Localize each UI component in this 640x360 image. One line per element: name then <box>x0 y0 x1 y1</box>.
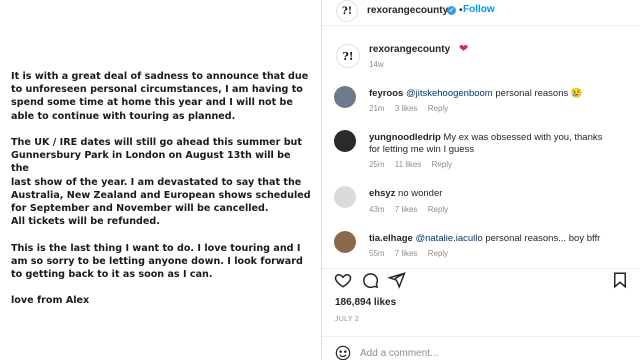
add-comment-bar <box>322 336 640 360</box>
post-date: JULY 2 <box>335 316 360 323</box>
commenter-username[interactable]: ehsyz <box>369 188 395 199</box>
comment-content: personal reasons... boy bffr <box>482 233 601 244</box>
comment-likes[interactable]: 3 likes <box>395 104 418 113</box>
separator-dot: • <box>459 5 463 16</box>
reply-button[interactable]: Reply <box>432 160 452 169</box>
reply-button[interactable]: Reply <box>428 104 448 113</box>
comment-meta: 43m 7 likes Reply <box>369 205 456 214</box>
likes-count[interactable]: 186,894 likes <box>335 297 396 308</box>
commenter-username[interactable]: feyroos <box>369 88 403 99</box>
comment-mention[interactable]: @natalie.iacullo <box>415 233 482 244</box>
post-header: ?! rexorangecounty ✓ • Follow <box>322 0 640 26</box>
comment-item: ehsyz no wonder 43m 7 likes Reply <box>322 186 640 222</box>
smiley-icon[interactable] <box>335 345 351 360</box>
comment-content: personal reasons 😢 <box>492 88 583 99</box>
commenter-avatar[interactable] <box>334 86 356 108</box>
comment-likes[interactable]: 7 likes <box>395 249 418 258</box>
post-statement: It is with a great deal of sadness to an… <box>11 70 311 321</box>
comment-mention[interactable]: @jitskehoogenboom <box>406 88 493 99</box>
statement-paragraph-2: The UK / IRE dates will still go ahead t… <box>11 137 311 228</box>
comment-likes[interactable]: 7 likes <box>395 205 418 214</box>
statement-paragraph-3: This is the last thing I want to do. I l… <box>11 242 303 281</box>
comment-text: feyroos @jitskehoogenboom personal reaso… <box>369 88 614 100</box>
post-actions-bar <box>322 268 640 292</box>
comment-icon[interactable] <box>361 271 379 289</box>
caption-author-avatar[interactable]: ?! <box>336 44 360 68</box>
reply-button[interactable]: Reply <box>428 205 448 214</box>
comment-text: yungnoodledrip My ex was obsessed with y… <box>369 132 614 156</box>
comment-text: tia.elhage @natalie.iacullo personal rea… <box>369 233 614 245</box>
follow-button[interactable]: Follow <box>463 4 495 15</box>
comment-time[interactable]: 43m <box>369 205 385 214</box>
commenter-username[interactable]: yungnoodledrip <box>369 132 441 143</box>
caption-heart-emoji: ❤ <box>459 43 469 55</box>
comment-time[interactable]: 21m <box>369 104 385 113</box>
instagram-post-view: It is with a great deal of sadness to an… <box>0 0 640 360</box>
comment-meta: 21m 3 likes Reply <box>369 104 456 113</box>
comment-time[interactable]: 55m <box>369 249 385 258</box>
verified-badge-icon: ✓ <box>447 6 456 15</box>
post-image[interactable]: It is with a great deal of sadness to an… <box>0 0 321 360</box>
comment-item: yungnoodledrip My ex was obsessed with y… <box>322 130 640 169</box>
comment-time[interactable]: 25m <box>369 160 385 169</box>
comment-meta: 55m 7 likes Reply <box>369 249 456 258</box>
author-username[interactable]: rexorangecounty <box>367 5 448 16</box>
caption-timestamp[interactable]: 14w <box>369 60 384 69</box>
comment-likes[interactable]: 11 likes <box>395 160 422 169</box>
share-icon[interactable] <box>388 271 406 289</box>
comment-item: tia.elhage @natalie.iacullo personal rea… <box>322 231 640 267</box>
comment-input[interactable] <box>360 345 610 360</box>
caption-username[interactable]: rexorangecounty <box>369 44 450 55</box>
avatar-glyph: ?! <box>342 49 354 63</box>
avatar-glyph: ?! <box>341 5 353 17</box>
comment-item: feyroos @jitskehoogenboom personal reaso… <box>322 86 640 122</box>
heart-icon[interactable] <box>334 271 352 289</box>
commenter-avatar[interactable] <box>334 186 356 208</box>
statement-paragraph-1: It is with a great deal of sadness to an… <box>11 71 309 122</box>
comment-text: ehsyz no wonder <box>369 188 614 200</box>
comment-content: no wonder <box>395 188 443 199</box>
comment-meta: 25m 11 likes Reply <box>369 160 460 169</box>
commenter-avatar[interactable] <box>334 231 356 253</box>
bookmark-icon[interactable] <box>611 271 629 289</box>
commenter-username[interactable]: tia.elhage <box>369 233 413 244</box>
post-side-panel: ?! rexorangecounty ✓ • Follow ?! rexoran… <box>321 0 640 360</box>
reply-button[interactable]: Reply <box>428 249 448 258</box>
statement-signoff: love from Alex <box>11 295 90 307</box>
commenter-avatar[interactable] <box>334 130 356 152</box>
author-avatar[interactable]: ?! <box>336 0 358 22</box>
